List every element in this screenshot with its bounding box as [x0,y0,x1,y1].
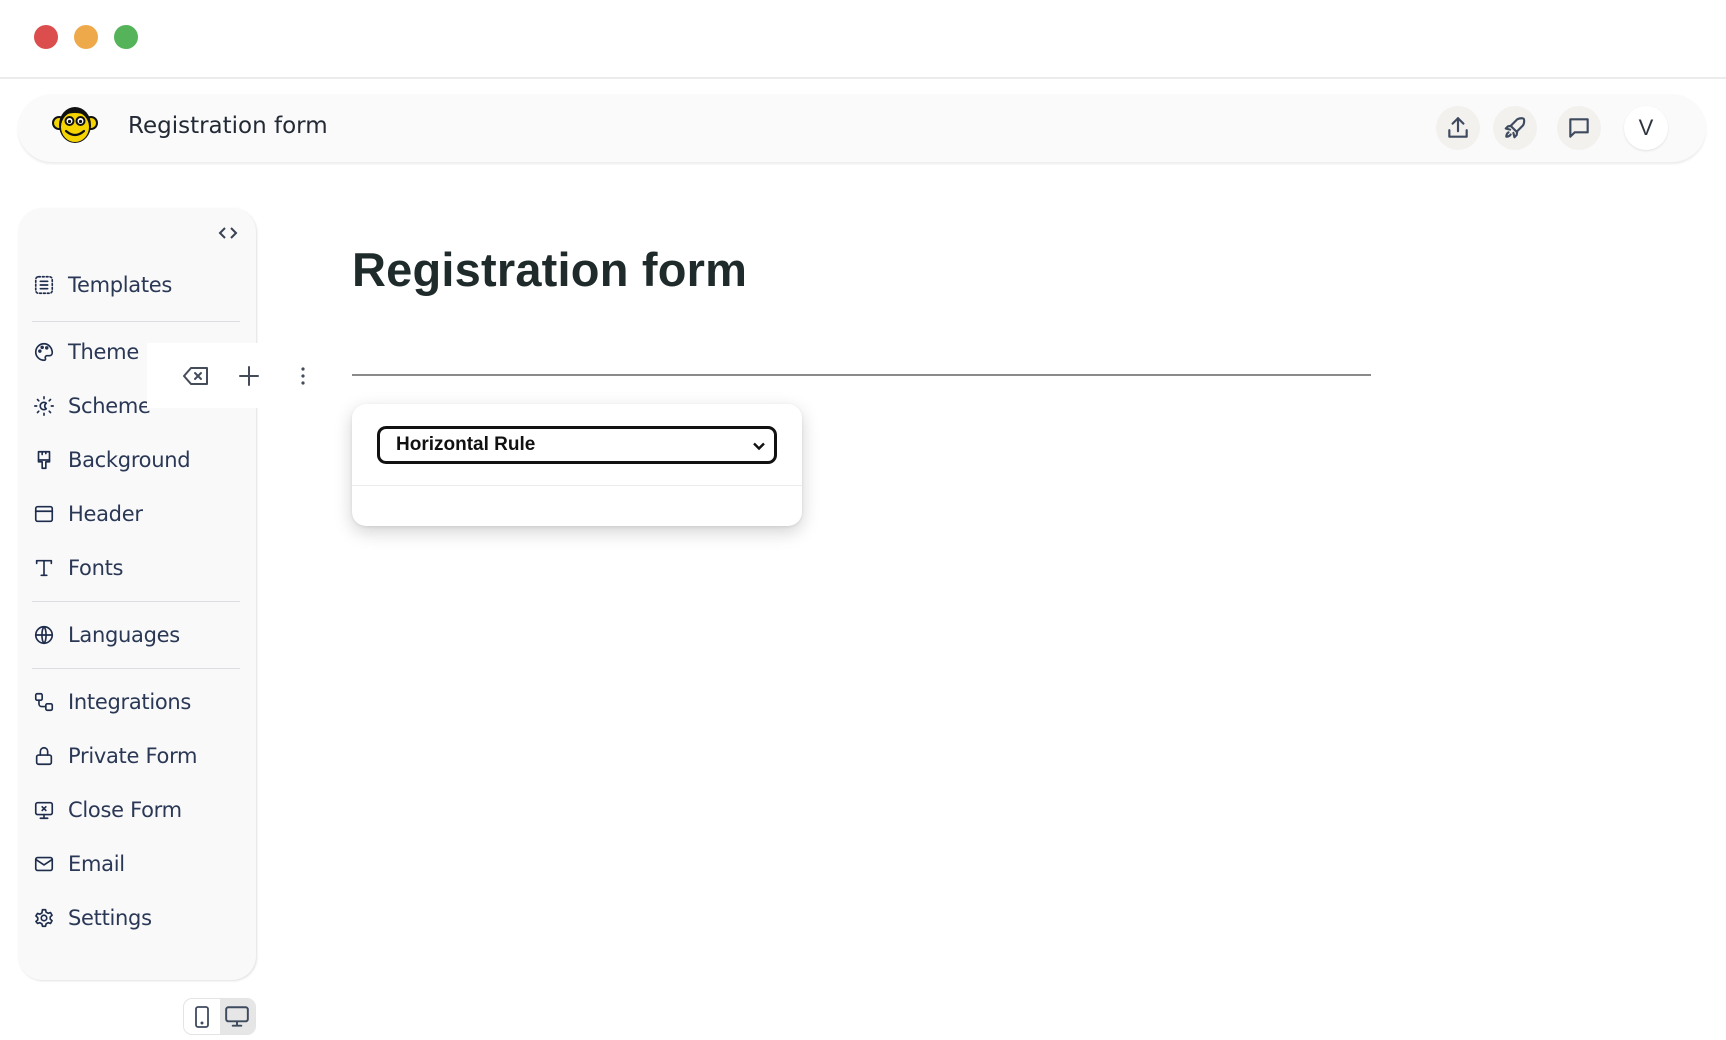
window-header-icon [32,502,56,526]
mail-icon [32,852,56,876]
sidebar-item-label: Header [68,502,143,526]
window-close-button[interactable] [34,25,58,49]
code-brackets-icon [218,227,238,239]
paint-brush-icon [32,448,56,472]
sun-moon-icon [32,394,56,418]
window-minimize-button[interactable] [74,25,98,49]
form-name[interactable]: Registration form [128,113,328,139]
user-avatar[interactable]: V [1624,106,1668,150]
sidebar-item-languages[interactable]: Languages [32,615,242,655]
sidebar-item-label: Languages [68,623,180,647]
block-type-select[interactable]: Horizontal Rule [377,426,777,464]
sidebar-item-email[interactable]: Email [32,844,242,884]
sidebar-divider [32,321,240,322]
type-icon [32,556,56,580]
desktop-preview-button[interactable] [219,999,255,1034]
comment-icon [1569,118,1589,138]
sidebar-item-label: Close Form [68,798,182,822]
monkey-face-icon[interactable] [52,101,98,147]
sidebar-item-templates[interactable]: Templates [32,265,242,305]
sidebar-item-label: Integrations [68,690,192,714]
add-block-button[interactable] [234,361,264,391]
sidebar-item-label: Scheme [68,394,151,418]
template-list-icon [32,273,56,297]
sidebar-item-label: Private Form [68,744,198,768]
delete-block-button[interactable] [181,361,211,391]
mobile-preview-button[interactable] [184,999,220,1034]
form-title[interactable]: Registration form [352,242,747,297]
sidebar-item-label: Email [68,852,125,876]
block-type-popover: Horizontal Rule [352,404,802,526]
globe-icon [32,623,56,647]
sidebar-item-label: Theme [68,340,139,364]
screen-close-icon [32,798,56,822]
backspace-delete-icon [183,367,208,385]
block-toolbar [147,343,330,408]
sidebar-collapse-toggle[interactable] [216,222,240,244]
sidebar-item-fonts[interactable]: Fonts [32,548,242,588]
mobile-icon [194,1005,209,1028]
sidebar-item-close-form[interactable]: Close Form [32,790,242,830]
sidebar-item-background[interactable]: Background [32,440,242,480]
sidebar-divider [32,601,240,602]
sidebar-divider [32,668,240,669]
sidebar-item-settings[interactable]: Settings [32,898,242,938]
window-maximize-button[interactable] [114,25,138,49]
app-header: Registration form V [18,94,1706,162]
sidebar-item-label: Templates [68,273,173,297]
window-chrome-divider [0,77,1726,79]
horizontal-rule-block[interactable] [352,374,1371,376]
device-preview-toggle [183,998,256,1035]
sidebar-item-integrations[interactable]: Integrations [32,682,242,722]
sidebar-item-label: Background [68,448,191,472]
upload-button[interactable] [1436,106,1480,150]
sidebar-item-label: Fonts [68,556,124,580]
block-type-value: Horizontal Rule [396,434,536,455]
publish-button[interactable] [1493,106,1537,150]
sidebar-item-private-form[interactable]: Private Form [32,736,242,776]
plus-icon [239,366,259,386]
upload-icon [1448,117,1468,138]
comments-button[interactable] [1557,106,1601,150]
desktop-icon [225,1005,250,1027]
palette-icon [32,340,56,364]
rocket-icon [1504,117,1526,139]
settings-sidebar: Templates Theme Scheme Background Header… [18,208,256,980]
popover-divider [352,485,802,486]
integrations-icon [32,690,56,714]
lock-icon [32,744,56,768]
gear-icon [32,906,56,930]
sidebar-item-label: Settings [68,906,152,930]
more-options-button[interactable] [288,361,318,391]
sidebar-item-header[interactable]: Header [32,494,242,534]
chevron-down-icon [752,438,766,452]
more-vertical-icon [301,367,305,385]
